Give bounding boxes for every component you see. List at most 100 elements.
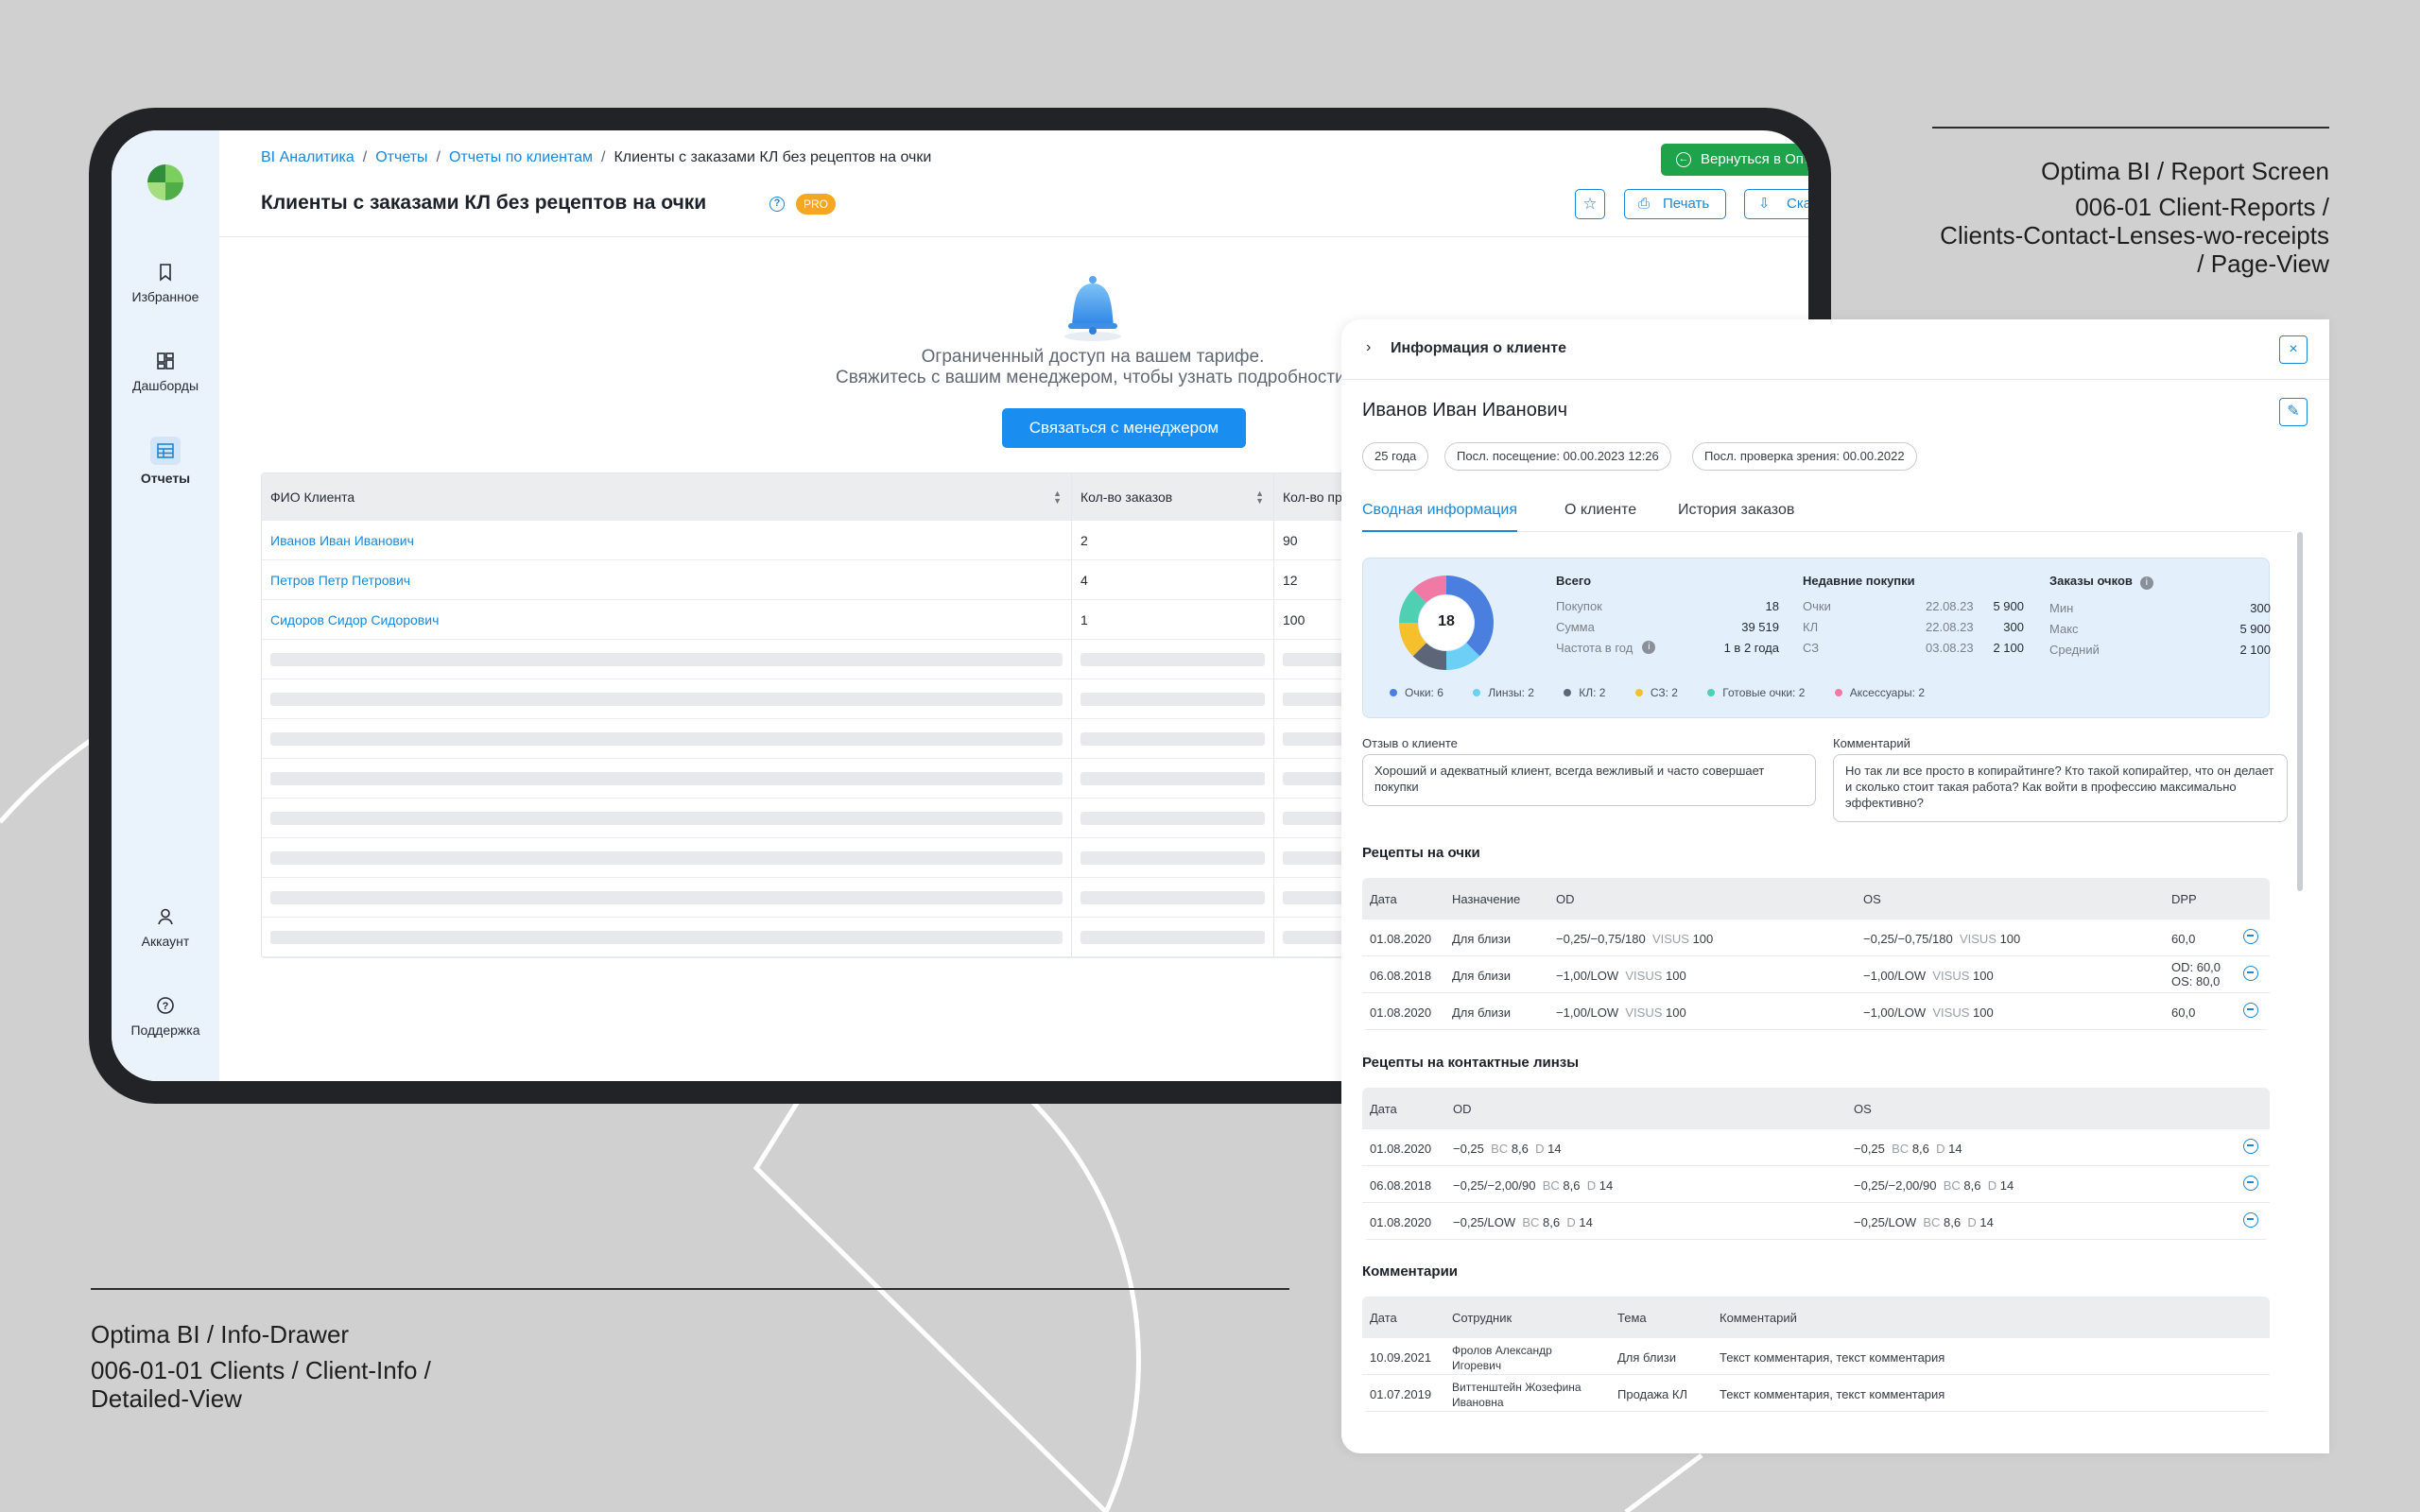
sidebar-item-label: Отчеты xyxy=(140,471,191,486)
client-link[interactable]: Сидоров Сидор Сидорович xyxy=(270,612,439,627)
stat-label: Частота в год xyxy=(1556,640,1634,655)
sidebar-item-label: Поддержка xyxy=(130,1022,200,1038)
stat-value: 39 519 xyxy=(1741,619,1779,634)
tab-summary[interactable]: Сводная информация xyxy=(1362,502,1517,532)
sidebar-item-account[interactable]: Аккаунт xyxy=(112,907,219,949)
glasses-rx-table: Дата Назначение OD OS DPP 01.08.2020 Для… xyxy=(1362,878,2270,1030)
breadcrumb-link[interactable]: Отчеты xyxy=(375,149,427,165)
table-header-row: Дата OD OS xyxy=(1362,1088,2270,1129)
back-to-optima-button[interactable]: ← Вернуться в Оптима xyxy=(1661,144,1808,176)
breadcrumb-link[interactable]: BI Аналитика xyxy=(261,149,354,165)
last-visit-chip: Посл. посещение: 00.00.2023 12:26 xyxy=(1444,442,1671,471)
sidebar-item-label: Аккаунт xyxy=(141,934,190,949)
comment-icon[interactable] xyxy=(2243,1003,2258,1018)
svg-text:?: ? xyxy=(163,1001,169,1012)
table-icon xyxy=(157,443,174,458)
breadcrumb-link[interactable]: Отчеты по клиентам xyxy=(449,149,593,165)
comment-icon[interactable] xyxy=(2243,929,2258,944)
close-icon: × xyxy=(2289,341,2298,357)
column-header-orders[interactable]: Кол-во заказов ▲ ▼ xyxy=(1072,473,1274,520)
stat-label: СЗ xyxy=(1803,640,1820,655)
sort-icon[interactable]: ▲ ▼ xyxy=(1255,490,1264,506)
app-logo[interactable] xyxy=(147,164,183,200)
comment-icon[interactable] xyxy=(2243,966,2258,981)
summary-total-title: Всего xyxy=(1556,574,1592,588)
orders-count: 2 xyxy=(1080,532,1088,548)
table-header-row: ФИО Клиента ▲ ▼ Кол-во заказов ▲ ▼ Кол-во пр xyxy=(262,473,1432,521)
table-cell: 100 xyxy=(1283,611,1305,627)
table-row[interactable]: Петров Петр Петрович 4 12 xyxy=(262,560,1432,600)
table-row[interactable]: 01.07.2019 Виттенштейн Жозефина Ивановна … xyxy=(1362,1375,2270,1412)
client-link[interactable]: Петров Петр Петрович xyxy=(270,573,410,588)
comment-icon[interactable] xyxy=(2243,1139,2258,1154)
close-button[interactable]: × xyxy=(2279,335,2308,364)
comment-field[interactable]: Но так ли все просто в копирайтинге? Кто… xyxy=(1833,754,2288,822)
table-row[interactable]: 01.08.2020 −0,25 BC 8,6 D 14 −0,25 BC 8,… xyxy=(1362,1129,2270,1166)
skeleton-row xyxy=(262,799,1432,838)
button-label: Скачать xyxy=(1787,196,1808,212)
caption-line: Detailed-View xyxy=(91,1384,242,1413)
age-chip: 25 года xyxy=(1362,442,1429,471)
pro-badge: PRO xyxy=(796,194,837,215)
table-row[interactable]: Сидоров Сидор Сидорович 1 100 xyxy=(262,600,1432,640)
feedback-label: Отзыв о клиенте xyxy=(1362,736,1458,750)
table-row[interactable]: 06.08.2018 Для близи −1,00/LOW VISUS 100… xyxy=(1362,956,2270,993)
stat-value: 5 900 xyxy=(2239,621,2271,636)
print-button[interactable]: ⎙ Печать xyxy=(1624,189,1726,219)
client-name: Иванов Иван Иванович xyxy=(1362,400,1568,421)
table-row[interactable]: 06.08.2018 −0,25/−2,00/90 BC 8,6 D 14 −0… xyxy=(1362,1166,2270,1203)
stat-label: КЛ xyxy=(1803,619,1819,634)
skeleton-row xyxy=(262,679,1432,719)
sidebar-item-label: Дашборды xyxy=(132,378,199,393)
summary-recent: Недавние покупки Очки 22.08.23 5 900 КЛ 22.… xyxy=(1803,574,2024,658)
sidebar-item-reports[interactable]: Отчеты xyxy=(112,437,219,486)
comment-icon[interactable] xyxy=(2243,1176,2258,1191)
pencil-icon: ✎ xyxy=(2287,404,2300,420)
drawer-title: Информация о клиенте xyxy=(1391,340,1566,356)
sidebar-item-support[interactable]: ? Поддержка xyxy=(112,996,219,1038)
stat-value: 2 100 xyxy=(1993,640,2024,655)
caption-title: Optima BI / Info-Drawer xyxy=(91,1320,350,1349)
summary-glasses-title: Заказы очков i xyxy=(2049,574,2271,590)
question-icon[interactable]: ? xyxy=(769,197,785,212)
tab-order-history[interactable]: История заказов xyxy=(1678,502,1794,519)
table-row[interactable]: 01.08.2020 Для близи −1,00/LOW VISUS 100… xyxy=(1362,993,2270,1030)
favorite-button[interactable]: ☆ xyxy=(1575,189,1605,219)
tab-about-client[interactable]: О клиенте xyxy=(1564,502,1636,519)
column-header-client[interactable]: ФИО Клиента ▲ ▼ xyxy=(262,473,1072,520)
printer-icon: ⎙ xyxy=(1638,196,1651,212)
comments-title: Комментарии xyxy=(1362,1263,1459,1280)
sidebar-item-dashboards[interactable]: Дашборды xyxy=(112,352,219,393)
stat-label: Покупок xyxy=(1556,598,1602,613)
download-button[interactable]: ⇩ Скачать xyxy=(1744,189,1808,219)
header-divider xyxy=(219,236,1808,237)
info-icon[interactable]: i xyxy=(2139,576,2153,590)
chevron-right-icon[interactable]: › xyxy=(1366,339,1371,356)
client-link[interactable]: Иванов Иван Иванович xyxy=(270,533,414,548)
drawer-scrollbar[interactable] xyxy=(2297,532,2303,891)
summary-card: 18 Всего Покупок 18 Сумма 39 519 Частота в… xyxy=(1362,558,2271,718)
info-icon[interactable]: i xyxy=(1642,641,1656,654)
table-row[interactable]: Иванов Иван Иванович 2 90 xyxy=(262,521,1432,560)
legend-item: КЛ: 2 xyxy=(1564,686,1605,699)
skeleton-row xyxy=(262,918,1432,957)
orders-count: 4 xyxy=(1080,572,1088,588)
table-row[interactable]: 01.08.2020 Для близи −0,25/−0,75/180 VIS… xyxy=(1362,919,2270,956)
dashboard-icon xyxy=(157,352,174,369)
donut-total: 18 xyxy=(1438,613,1455,629)
stat-label: Мин xyxy=(2049,600,2074,615)
sort-icon[interactable]: ▲ ▼ xyxy=(1053,490,1062,506)
stat-label: Очки xyxy=(1803,598,1831,613)
edit-button[interactable]: ✎ xyxy=(2279,398,2308,426)
legend-item: Линзы: 2 xyxy=(1473,686,1534,699)
feedback-field[interactable]: Хороший и адекватный клиент, всегда вежл… xyxy=(1362,754,1816,806)
sidebar-item-favorites[interactable]: Избранное xyxy=(112,263,219,304)
table-row[interactable]: 10.09.2021 Фролов Александр Игоревич Для … xyxy=(1362,1338,2270,1375)
table-row[interactable]: 01.08.2020 −0,25/LOW BC 8,6 D 14 −0,25/L… xyxy=(1362,1203,2270,1240)
contact-manager-button[interactable]: Связаться с менеджером xyxy=(1002,408,1246,448)
comment-icon[interactable] xyxy=(2243,1212,2258,1228)
summary-total: Всего Покупок 18 Сумма 39 519 Частота в го… xyxy=(1556,574,1779,658)
caption-line: 006-01 Client-Reports / xyxy=(2075,193,2329,221)
info-drawer-caption: Optima BI / Info-Drawer 006-01-01 Client… xyxy=(91,1288,1289,1413)
summary-recent-title: Недавние покупки xyxy=(1803,574,1915,588)
